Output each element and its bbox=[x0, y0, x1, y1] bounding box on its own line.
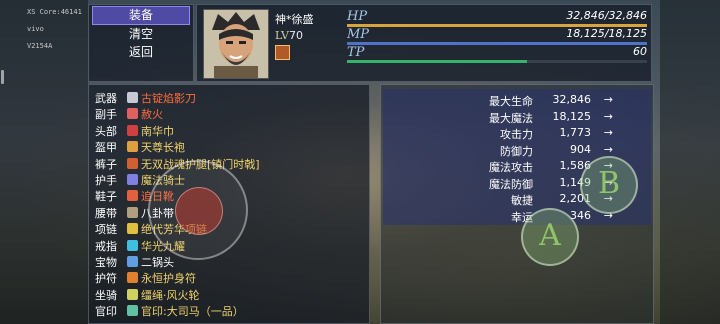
arrow-right-icon: → bbox=[603, 109, 613, 123]
a-button[interactable]: A bbox=[521, 208, 579, 266]
hp-row: HP 32,846/32,846 bbox=[347, 9, 647, 27]
attribute-row: 最大生命 32,846 → bbox=[383, 93, 645, 110]
system-info-brand: vivo bbox=[27, 25, 44, 33]
equipment-row[interactable]: 护符 永恒护身符 bbox=[95, 270, 196, 286]
level-value: 70 bbox=[288, 29, 303, 42]
equipment-slot-label: 戒指 bbox=[95, 239, 117, 253]
equipment-slot-label: 武器 bbox=[95, 92, 117, 105]
equipment-slot-label: 副手 bbox=[95, 108, 117, 122]
b-button-label: B bbox=[597, 166, 621, 201]
boots-icon bbox=[127, 190, 138, 202]
attribute-label: 敏捷 bbox=[511, 194, 533, 207]
ring-icon bbox=[127, 239, 138, 251]
attribute-label: 最大魔法 bbox=[489, 111, 533, 125]
equipment-slot-label: 头部 bbox=[95, 124, 117, 138]
equipment-item-name: 古锭焰影刀 bbox=[141, 92, 196, 105]
equipment-item-name: 南华巾 bbox=[141, 124, 174, 138]
equipment-row[interactable]: 副手 赦火 bbox=[95, 106, 163, 122]
equipment-row[interactable]: 头部 南华巾 bbox=[95, 123, 174, 139]
hp-value: 32,846/32,846 bbox=[566, 9, 647, 22]
necklace-icon bbox=[127, 223, 138, 235]
virtual-joystick[interactable] bbox=[148, 160, 248, 260]
tp-label: TP bbox=[347, 45, 365, 60]
mp-bar-fill bbox=[347, 42, 647, 45]
equipment-row[interactable]: 宝物 二锅头 bbox=[95, 254, 174, 270]
equipment-slot-label: 腰带 bbox=[95, 206, 117, 220]
greaves-icon bbox=[127, 157, 138, 169]
attribute-label: 攻击力 bbox=[500, 128, 533, 141]
right-edge-shade bbox=[660, 0, 720, 324]
menu-equip[interactable]: 装备 bbox=[92, 6, 190, 25]
tp-value: 60 bbox=[633, 45, 647, 58]
dagger-icon bbox=[127, 108, 138, 120]
tp-bar bbox=[347, 60, 647, 63]
system-info-core: XS Core:46141 bbox=[27, 8, 82, 16]
equipment-item-name: 官印:大司马（一品） bbox=[141, 305, 244, 319]
equipment-slot-label: 裤子 bbox=[95, 157, 117, 171]
attribute-row: 攻击力 1,773 → bbox=[383, 126, 645, 143]
tp-row: TP 60 bbox=[347, 45, 647, 63]
menu-clear[interactable]: 清空 bbox=[92, 26, 190, 43]
arrow-right-icon: → bbox=[603, 93, 613, 106]
attribute-label: 最大生命 bbox=[489, 95, 533, 108]
mp-row: MP 18,125/18,125 bbox=[347, 27, 647, 45]
attribute-value: 18,125 bbox=[552, 109, 592, 123]
equipment-item-name: 天尊长袍 bbox=[141, 141, 185, 155]
equipment-slot-label: 宝物 bbox=[95, 256, 117, 269]
equipment-row[interactable]: 盔甲 天尊长袍 bbox=[95, 139, 185, 155]
joystick-knob[interactable] bbox=[175, 187, 223, 235]
attribute-row: 最大魔法 18,125 → bbox=[383, 110, 645, 127]
character-header: 神*徐盛 LV70 HP 32,846/32,846 MP 18,125/18,… bbox=[196, 4, 652, 82]
equipment-item-name: 永恒护身符 bbox=[141, 272, 196, 286]
equipment-slot-label: 坐骑 bbox=[95, 288, 117, 302]
level-prefix: LV bbox=[275, 29, 289, 42]
equipment-row[interactable]: 坐骑 缰绳·风火轮 bbox=[95, 287, 200, 303]
seal-icon bbox=[127, 305, 138, 317]
equipment-row[interactable]: 官印 官印:大司马（一品） bbox=[95, 303, 244, 319]
equipment-item-name: 赦火 bbox=[141, 108, 163, 122]
command-menu: 装备 清空 返回 bbox=[88, 4, 194, 82]
attribute-label: 防御力 bbox=[500, 144, 533, 158]
arrow-right-icon: → bbox=[603, 142, 613, 156]
attribute-label: 魔法攻击 bbox=[489, 161, 533, 174]
class-emblem-icon bbox=[275, 45, 290, 60]
equipment-slot-label: 护手 bbox=[95, 174, 117, 187]
gauntlet-icon bbox=[127, 174, 138, 185]
equipment-row[interactable]: 武器 古锭焰影刀 bbox=[95, 90, 196, 106]
hat-icon bbox=[127, 124, 138, 136]
bottle-icon bbox=[127, 256, 138, 267]
equipment-slot-label: 鞋子 bbox=[95, 190, 117, 204]
attribute-value: 32,846 bbox=[552, 93, 592, 106]
mp-label: MP bbox=[347, 27, 370, 42]
equipment-slot-label: 护符 bbox=[95, 272, 117, 286]
attribute-value: 904 bbox=[570, 142, 591, 156]
attribute-label: 魔法防御 bbox=[489, 177, 533, 191]
sword-icon bbox=[127, 92, 138, 103]
system-info-model: V2154A bbox=[27, 42, 53, 50]
belt-icon bbox=[127, 206, 138, 218]
side-handle[interactable] bbox=[1, 70, 4, 84]
equipment-slot-label: 官印 bbox=[95, 305, 117, 319]
b-button[interactable]: B bbox=[580, 156, 638, 214]
mp-value: 18,125/18,125 bbox=[566, 27, 647, 40]
equipment-slot-label: 项链 bbox=[95, 223, 117, 237]
equipment-item-name: 二锅头 bbox=[141, 256, 174, 269]
equipment-item-name: 缰绳·风火轮 bbox=[141, 288, 200, 302]
tp-bar-fill bbox=[347, 60, 527, 63]
character-name: 神*徐盛 bbox=[275, 13, 314, 26]
menu-back[interactable]: 返回 bbox=[92, 44, 190, 61]
hp-label: HP bbox=[347, 9, 368, 24]
mp-bar bbox=[347, 42, 647, 45]
equipment-slot-label: 盔甲 bbox=[95, 141, 117, 155]
reins-icon bbox=[127, 288, 138, 300]
a-button-label: A bbox=[539, 218, 561, 253]
amulet-icon bbox=[127, 272, 138, 284]
character-level: LV70 bbox=[275, 29, 303, 42]
attribute-value: 1,773 bbox=[559, 126, 592, 139]
character-portrait bbox=[203, 9, 269, 79]
armor-icon bbox=[127, 141, 138, 153]
arrow-right-icon: → bbox=[603, 126, 613, 139]
